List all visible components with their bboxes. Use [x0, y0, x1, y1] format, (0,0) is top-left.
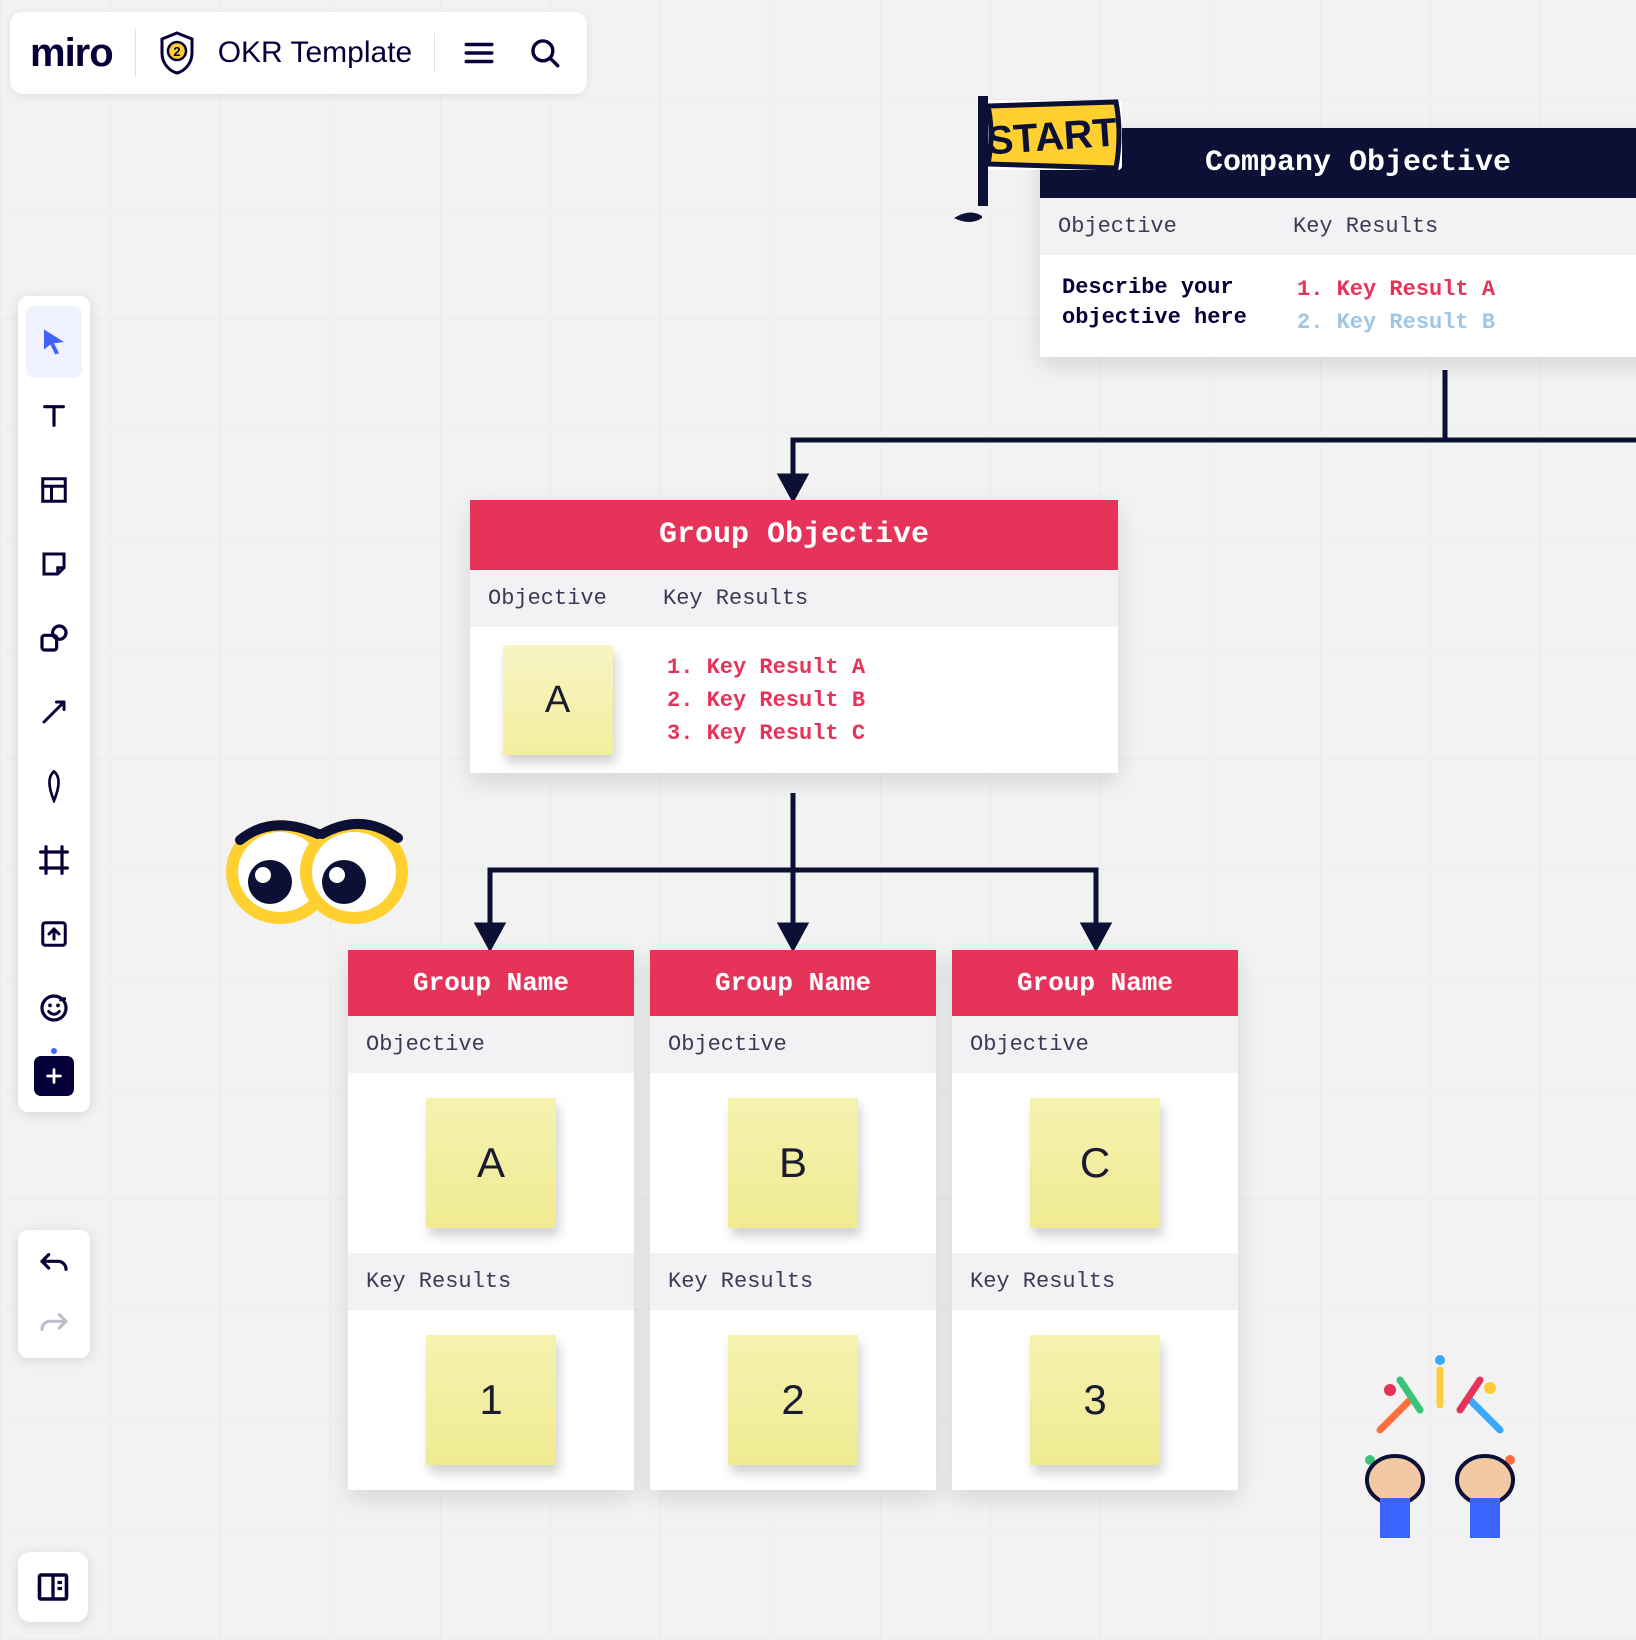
group-card[interactable]: Group Name Objective B Key Results 2 [650, 950, 936, 1490]
sticky-note[interactable]: 1 [426, 1335, 556, 1465]
sticky-note[interactable]: A [503, 645, 613, 755]
eyes-sticker[interactable] [222, 810, 412, 935]
group-card[interactable]: Group Name Objective A Key Results 1 [348, 950, 634, 1490]
card-title: Group Objective [470, 500, 1118, 570]
key-results-list[interactable]: 1. Key Result A 2. Key Result B [1275, 255, 1517, 357]
objective-label: Objective [348, 1016, 634, 1073]
start-sticker[interactable]: START [930, 88, 1130, 243]
svg-text:START: START [985, 111, 1118, 164]
group-objective-card[interactable]: Group Objective Objective Key Results A … [470, 500, 1118, 773]
card-title: Group Name [348, 950, 634, 1016]
key-results-label: Key Results [650, 1253, 936, 1310]
key-results-list[interactable]: 1. Key Result A 2. Key Result B 3. Key R… [645, 633, 887, 768]
card-title: Group Name [952, 950, 1238, 1016]
column-labels: Objective Key Results [470, 570, 1118, 627]
key-results-label: Key Results [952, 1253, 1238, 1310]
sticky-note[interactable]: 2 [728, 1335, 858, 1465]
objective-label: Objective [650, 1016, 936, 1073]
sticky-note[interactable]: A [426, 1098, 556, 1228]
card-title: Group Name [650, 950, 936, 1016]
objective-label: Objective [952, 1016, 1238, 1073]
objective-text[interactable]: Describe your objective here [1040, 255, 1275, 357]
key-results-label: Key Results [348, 1253, 634, 1310]
group-card[interactable]: Group Name Objective C Key Results 3 [952, 950, 1238, 1490]
sticky-note[interactable]: C [1030, 1098, 1160, 1228]
sticky-note[interactable]: 3 [1030, 1335, 1160, 1465]
sticky-note[interactable]: B [728, 1098, 858, 1228]
celebrate-sticker[interactable] [1340, 1350, 1540, 1555]
